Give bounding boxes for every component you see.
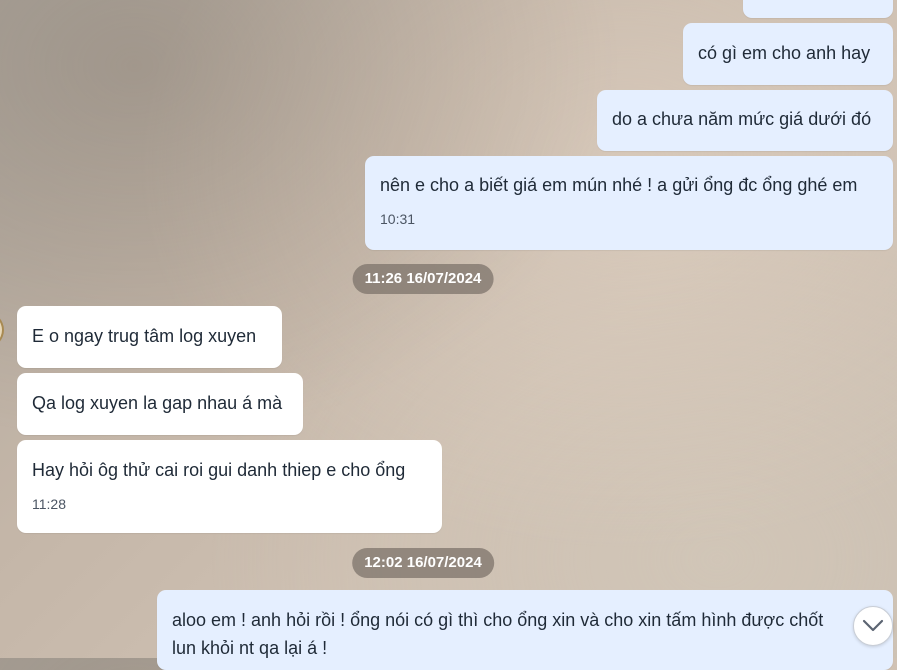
message-text: Qa log xuyen la gap nhau á mà	[32, 393, 283, 413]
message-text-line-1: aloo em ! anh hỏi rồi ! ổng nói có gì th…	[172, 610, 824, 630]
outgoing-message-bubble[interactable]	[743, 0, 893, 18]
message-text: Hay hỏi ôg thử cai roi gui danh thiep e …	[32, 460, 406, 480]
outgoing-message-bubble[interactable]: có gì em cho anh hay	[683, 23, 893, 85]
message-text: do a chưa năm mức giá dưới đó	[612, 109, 872, 129]
outgoing-message-bubble[interactable]: nên e cho a biết giá em mún nhé ! a gửi …	[365, 156, 893, 250]
message-timestamp: 10:31	[380, 211, 416, 227]
message-timestamp: 11:28	[32, 496, 66, 512]
message-text: E o ngay trug tâm log xuyen	[32, 326, 257, 346]
scroll-to-bottom-button[interactable]	[853, 606, 893, 646]
date-separator: 11:26 16/07/2024	[352, 264, 494, 294]
message-text: nên e cho a biết giá em mún nhé ! a gửi …	[380, 175, 858, 195]
message-text-line-2: lun khỏi nt qa lại á !	[172, 638, 328, 658]
message-text: có gì em cho anh hay	[698, 43, 871, 63]
outgoing-message-bubble[interactable]: do a chưa năm mức giá dưới đó	[597, 90, 893, 151]
incoming-message-bubble[interactable]: Hay hỏi ôg thử cai roi gui danh thiep e …	[17, 440, 442, 533]
date-separator: 12:02 16/07/2024	[352, 548, 494, 578]
avatar[interactable]	[0, 312, 4, 348]
chat-conversation-pane[interactable]: có gì em cho anh hay do a chưa năm mức g…	[0, 0, 897, 670]
incoming-message-bubble[interactable]: Qa log xuyen la gap nhau á mà	[17, 373, 303, 435]
outgoing-message-bubble[interactable]: aloo em ! anh hỏi rồi ! ổng nói có gì th…	[157, 590, 893, 670]
incoming-message-bubble[interactable]: E o ngay trug tâm log xuyen	[17, 306, 282, 368]
